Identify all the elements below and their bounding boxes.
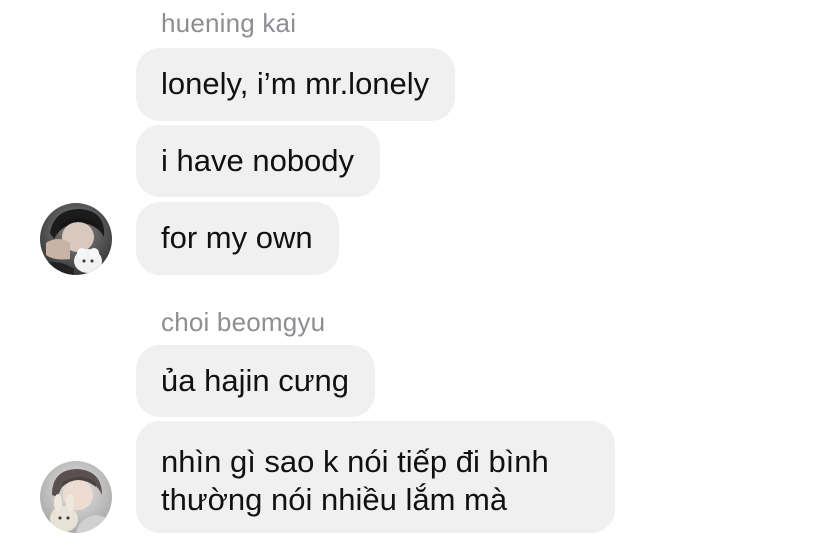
message-bubble[interactable]: nhìn gì sao k nói tiếp đi bình thường nó…: [136, 421, 615, 533]
message-text-line: thường nói nhiều lắm mà: [161, 482, 508, 517]
avatar-photo: [40, 461, 112, 533]
message-bubble[interactable]: lonely, i’m mr.lonely: [136, 48, 456, 121]
message-text-line: nhìn gì sao k nói tiếp đi bình: [161, 444, 549, 479]
message-text: i have nobody: [161, 143, 355, 178]
message-bubble[interactable]: for my own: [136, 202, 339, 275]
chat-thread: huening kai lonely, i’m mr.lonely i have…: [0, 0, 828, 549]
sender-name: huening kai: [161, 8, 297, 38]
message-bubble[interactable]: ủa hajin cưng: [136, 345, 375, 417]
message-bubble[interactable]: i have nobody: [136, 125, 381, 197]
message-text: lonely, i’m mr.lonely: [161, 66, 430, 101]
avatar[interactable]: [40, 461, 112, 533]
message-text: for my own: [161, 220, 313, 255]
avatar-photo: [40, 203, 112, 275]
message-text: ủa hajin cưng: [161, 363, 349, 398]
avatar[interactable]: [40, 203, 112, 275]
sender-name: choi beomgyu: [161, 307, 326, 337]
